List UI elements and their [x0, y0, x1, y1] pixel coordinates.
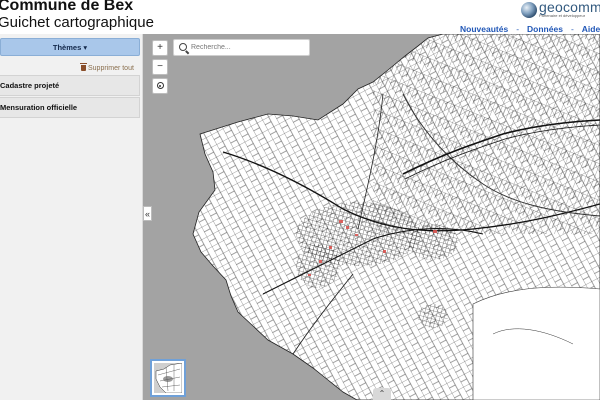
locate-button[interactable]: [152, 78, 168, 94]
chevron-left-icon: «: [144, 209, 150, 219]
overview-map-thumbnail: [154, 362, 183, 394]
app-subtitle: Guichet cartographique: [0, 14, 154, 31]
zoom-in-button[interactable]: +: [152, 40, 168, 56]
top-nav: Nouveautés-Données-Aide-: [460, 24, 600, 34]
delete-all-label: Supprimer tout: [88, 65, 134, 72]
locate-icon: [156, 82, 164, 89]
nav-donnees[interactable]: Données: [527, 24, 563, 34]
cadastral-map: [192, 34, 600, 400]
search-icon: [179, 43, 187, 51]
app-title: Commune de Bex: [0, 0, 134, 14]
geocommunes-logo[interactable]: geocomm Partenaire et développeur: [520, 0, 600, 24]
nav-separator: -: [516, 24, 520, 34]
delete-all-button[interactable]: Supprimer tout: [80, 63, 134, 72]
themes-dropdown-button[interactable]: Thèmes ▾: [0, 38, 140, 56]
app-header: Commune de Bex Guichet cartographique ge…: [0, 0, 600, 34]
trash-icon: [80, 63, 87, 71]
search-input[interactable]: [191, 41, 306, 54]
nav-nouveautes[interactable]: Nouveautés: [460, 24, 508, 34]
nav-separator: -: [570, 24, 574, 34]
overview-map-toggle[interactable]: [150, 359, 186, 397]
map-canvas[interactable]: [143, 34, 600, 400]
logo-tagline: Partenaire et développeur: [539, 13, 586, 18]
theme-item-cadastre-projete[interactable]: Cadastre projeté: [0, 75, 140, 96]
map-search-box[interactable]: [173, 39, 310, 56]
zoom-out-button[interactable]: −: [152, 59, 168, 75]
logo-globe-icon: [521, 2, 537, 18]
themes-panel: Thèmes ▾ Supprimer tout Cadastre projeté…: [0, 34, 143, 400]
collapse-panel-button[interactable]: «: [143, 206, 152, 221]
expand-bottom-panel-button[interactable]: ⌃: [373, 388, 391, 400]
overview-map-image: [155, 362, 183, 394]
nav-aide[interactable]: Aide: [582, 24, 600, 34]
theme-item-mensuration-officielle[interactable]: Mensuration officielle: [0, 97, 140, 118]
chevron-up-icon: ⌃: [378, 389, 386, 398]
